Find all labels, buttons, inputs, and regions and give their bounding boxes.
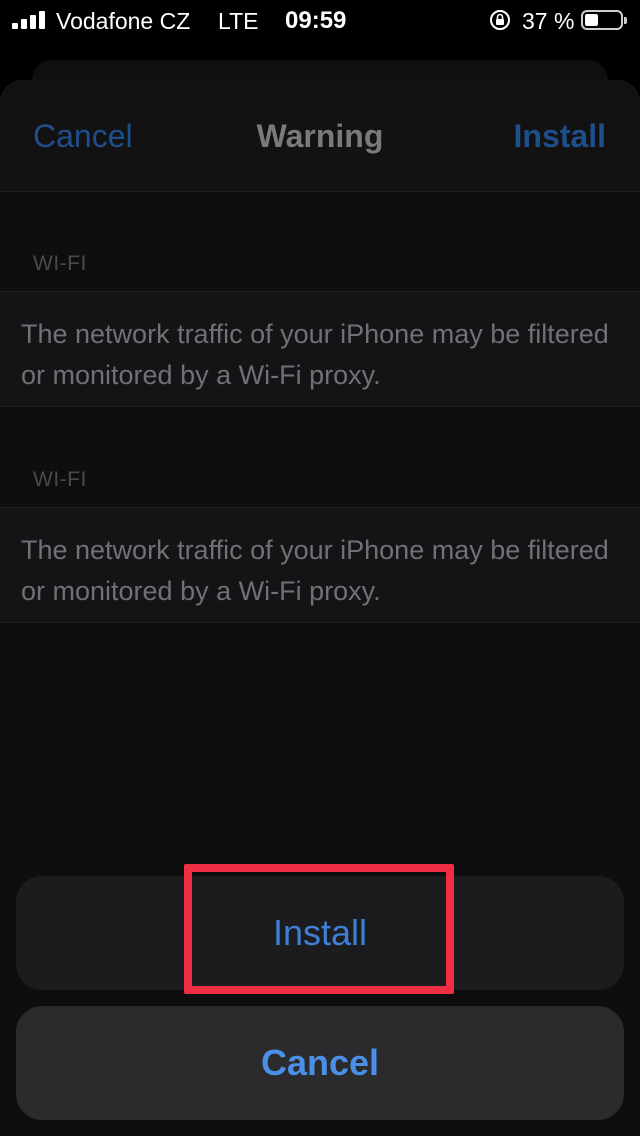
warning-cell-wifi-proxy: The network traffic of your iPhone may b…	[0, 291, 640, 407]
warning-cell-wifi-proxy: The network traffic of your iPhone may b…	[0, 507, 640, 623]
orientation-lock-icon	[490, 10, 510, 30]
screen: Vodafone CZ LTE 09:59 37 % Cancel Warnin…	[0, 0, 640, 1136]
nav-install-button[interactable]: Install	[514, 118, 606, 155]
cancel-button[interactable]: Cancel	[16, 1006, 624, 1120]
battery-percent: 37 %	[522, 8, 575, 34]
install-button[interactable]: Install	[16, 876, 624, 990]
status-bar: Vodafone CZ LTE 09:59 37 %	[0, 0, 640, 40]
section-header-wifi: WI-FI	[33, 252, 87, 275]
cellular-signal-icon	[12, 11, 48, 29]
battery-icon	[581, 10, 627, 30]
clock: 09:59	[285, 7, 347, 34]
carrier-name: Vodafone CZ	[56, 8, 191, 34]
section-header-wifi: WI-FI	[33, 468, 87, 491]
network-type: LTE	[218, 8, 259, 34]
navigation-bar: Cancel Warning Install	[0, 80, 640, 192]
